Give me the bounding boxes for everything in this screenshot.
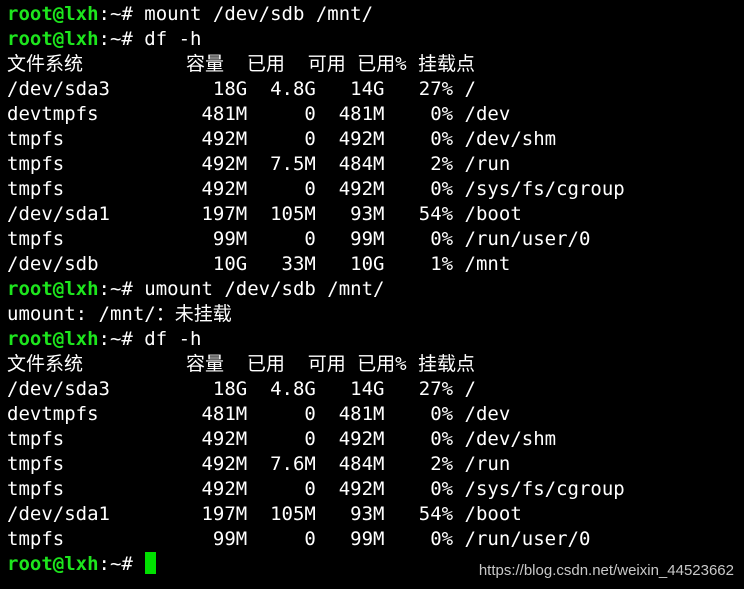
output-line: tmpfs 492M 0 492M 0% /sys/fs/cgroup [7, 178, 625, 200]
command-text: df -h [144, 328, 202, 350]
watermark-text: https://blog.csdn.net/weixin_44523662 [478, 562, 734, 579]
prompt-user-host: root@lxh [7, 553, 99, 575]
prompt-suffix: :~# [98, 28, 145, 50]
prompt-suffix: :~# [98, 328, 145, 350]
terminal-window[interactable]: root@lxh:~# mount /dev/sdb /mnt/root@lxh… [0, 0, 744, 589]
command-text: mount /dev/sdb /mnt/ [144, 3, 374, 25]
prompt-suffix: :~# [98, 278, 145, 300]
output-line: /dev/sda1 197M 105M 93M 54% /boot [7, 503, 522, 525]
output-line: umount: /mnt/：未挂载 [7, 303, 232, 325]
output-line: tmpfs 492M 7.5M 484M 2% /run [7, 153, 511, 175]
prompt-line: root@lxh:~# df -h [7, 327, 744, 352]
prompt-suffix: :~# [98, 3, 145, 25]
output-line: /dev/sda3 18G 4.8G 14G 27% / [7, 378, 476, 400]
output-line: /dev/sda3 18G 4.8G 14G 27% / [7, 78, 476, 100]
output-line: tmpfs 99M 0 99M 0% /run/user/0 [7, 528, 591, 550]
output-line: 文件系统 容量 已用 可用 已用% 挂载点 [7, 353, 476, 375]
command-text: umount /dev/sdb /mnt/ [144, 278, 385, 300]
prompt-line: root@lxh:~# umount /dev/sdb /mnt/ [7, 277, 744, 302]
prompt-user-host: root@lxh [7, 278, 99, 300]
terminal-cursor[interactable] [145, 552, 157, 574]
prompt-suffix: :~# [98, 553, 145, 575]
output-line: 文件系统 容量 已用 可用 已用% 挂载点 [7, 53, 476, 75]
prompt-line: root@lxh:~# df -h [7, 27, 744, 52]
output-line: tmpfs 492M 7.6M 484M 2% /run [7, 453, 511, 475]
output-line: devtmpfs 481M 0 481M 0% /dev [7, 403, 511, 425]
prompt-user-host: root@lxh [7, 328, 99, 350]
output-line: tmpfs 492M 0 492M 0% /dev/shm [7, 428, 557, 450]
output-line: tmpfs 492M 0 492M 0% /dev/shm [7, 128, 557, 150]
output-line: devtmpfs 481M 0 481M 0% /dev [7, 103, 511, 125]
output-line: tmpfs 492M 0 492M 0% /sys/fs/cgroup [7, 478, 625, 500]
output-line: /dev/sda1 197M 105M 93M 54% /boot [7, 203, 522, 225]
command-text: df -h [144, 28, 202, 50]
prompt-user-host: root@lxh [7, 3, 99, 25]
prompt-user-host: root@lxh [7, 28, 99, 50]
prompt-line: root@lxh:~# mount /dev/sdb /mnt/ [7, 2, 744, 27]
output-line: /dev/sdb 10G 33M 10G 1% /mnt [7, 253, 511, 275]
output-line: tmpfs 99M 0 99M 0% /run/user/0 [7, 228, 591, 250]
